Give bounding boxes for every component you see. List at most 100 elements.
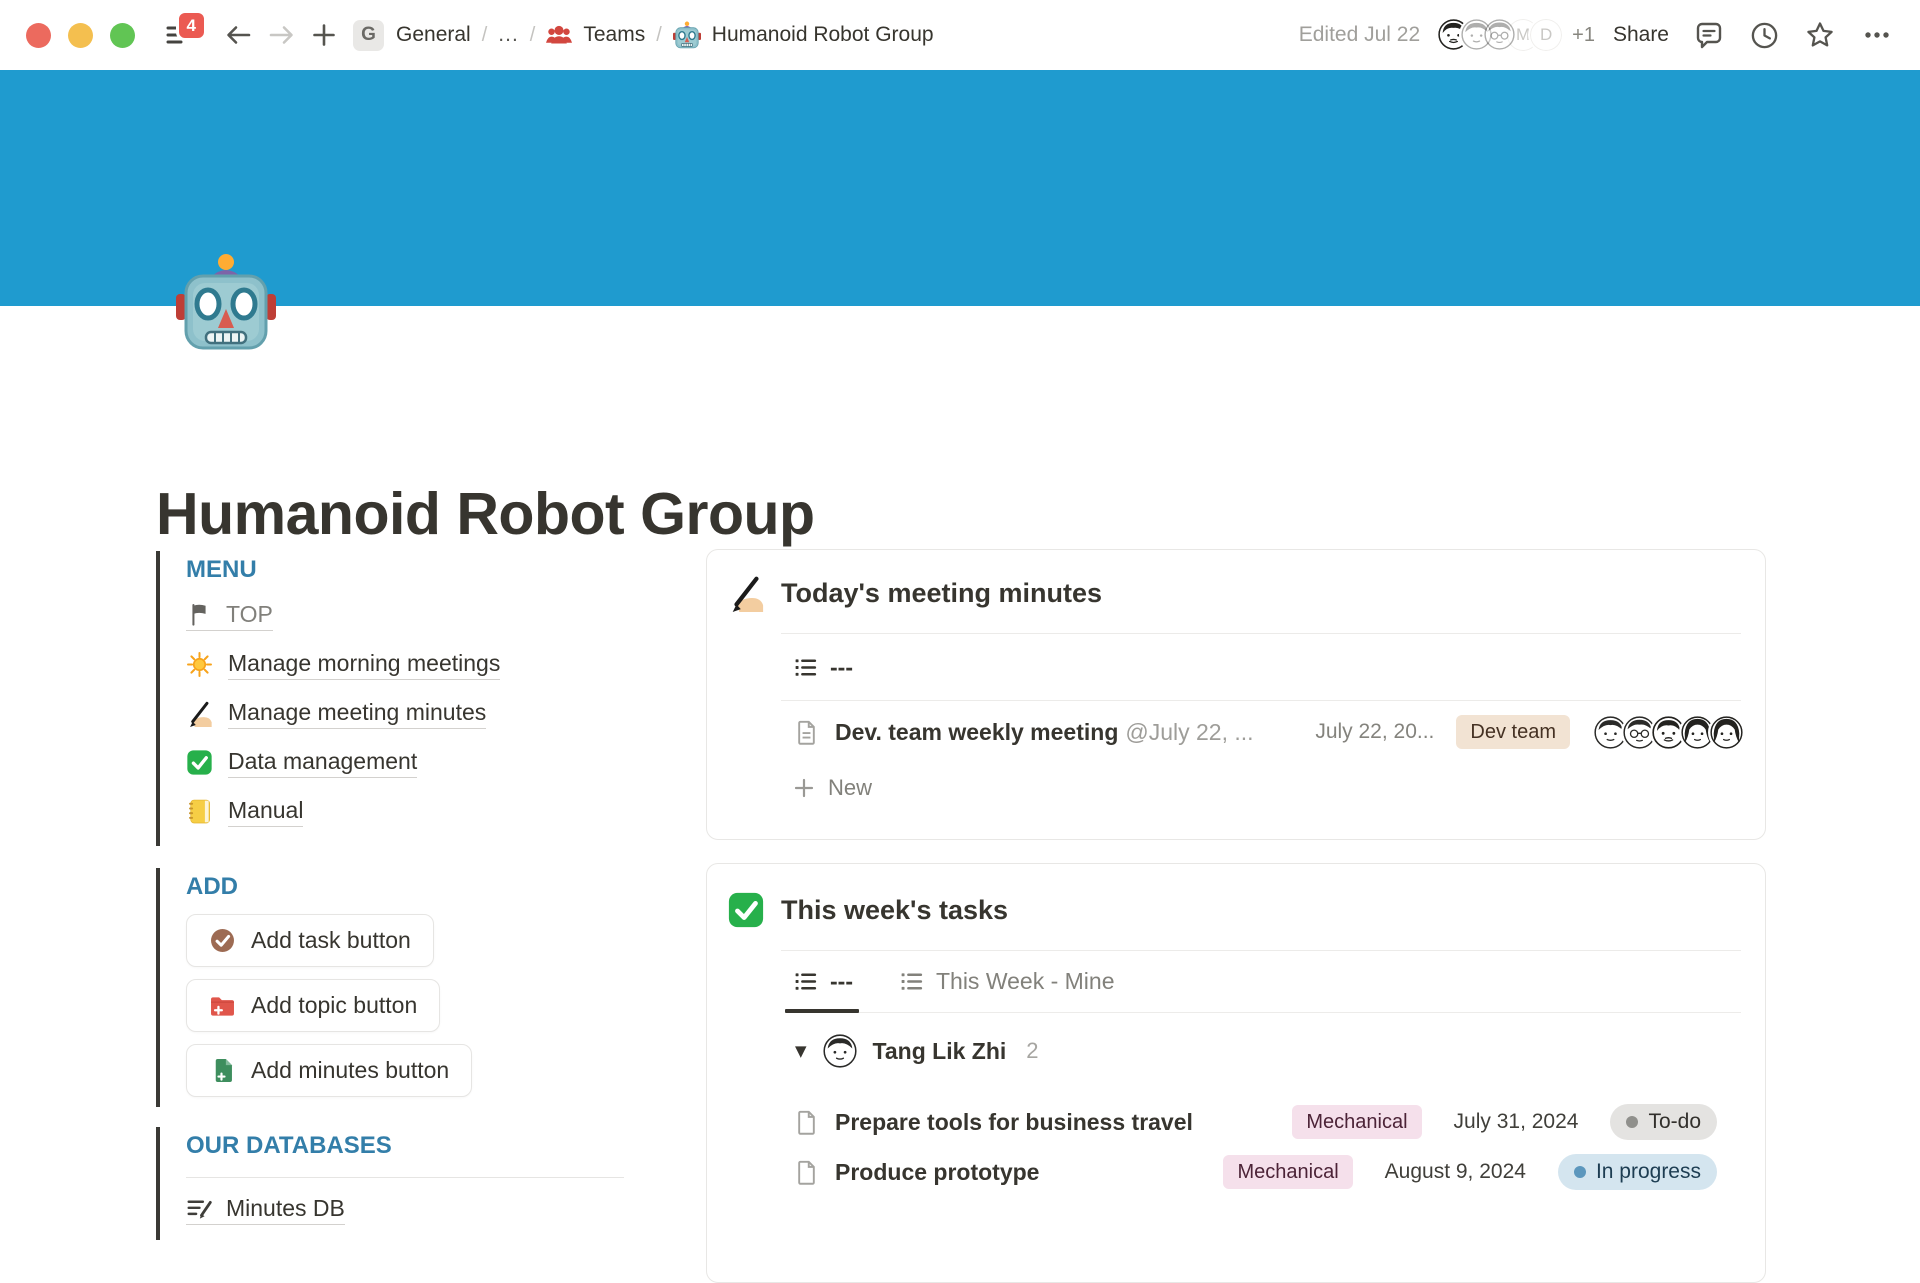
edited-timestamp: Edited Jul 22 bbox=[1299, 23, 1420, 47]
avatar bbox=[1708, 714, 1745, 751]
avatar-letter-d[interactable]: D bbox=[1528, 17, 1564, 53]
star-icon bbox=[1804, 19, 1836, 51]
right-column: Today's meeting minutes --- Dev. team we… bbox=[706, 540, 1766, 1200]
breadcrumb-general[interactable]: General bbox=[394, 23, 473, 47]
plus-icon bbox=[311, 22, 337, 48]
topbar-actions: Edited Jul 22 M D +1 Share bbox=[1299, 17, 1894, 53]
avatar-face-icon bbox=[823, 1034, 857, 1068]
status-badge: In progress bbox=[1558, 1154, 1717, 1190]
breadcrumb-separator: / bbox=[473, 24, 497, 47]
page-icon bbox=[793, 719, 820, 746]
menu-link-manual[interactable]: Manual bbox=[186, 787, 620, 836]
avatar[interactable] bbox=[1482, 17, 1518, 53]
comments-button[interactable] bbox=[1693, 19, 1725, 51]
page-icon bbox=[793, 1159, 820, 1186]
back-button[interactable] bbox=[223, 20, 253, 50]
mechanical-tag: Mechanical bbox=[1223, 1155, 1352, 1189]
group-count: 2 bbox=[1026, 1038, 1038, 1064]
add-topic-button[interactable]: Add topic button bbox=[186, 979, 440, 1032]
breadcrumb-ellipsis[interactable]: ... bbox=[496, 23, 521, 47]
more-options-button[interactable] bbox=[1860, 18, 1894, 52]
clock-icon bbox=[1749, 20, 1780, 51]
window-controls bbox=[26, 23, 135, 48]
card-title: Today's meeting minutes bbox=[781, 578, 1102, 609]
meeting-attendee-avatars bbox=[1592, 714, 1745, 751]
sun-icon bbox=[186, 651, 213, 678]
new-page-button[interactable] bbox=[309, 20, 339, 50]
page-title[interactable]: Humanoid Robot Group bbox=[156, 478, 815, 550]
divider bbox=[186, 1177, 624, 1178]
task-list: Prepare tools for business travel Mechan… bbox=[707, 1097, 1765, 1197]
task-meta: Mechanical August 9, 2024 In progress bbox=[1223, 1154, 1717, 1190]
status-badge: To-do bbox=[1610, 1104, 1717, 1140]
view-tabs: --- bbox=[793, 634, 1741, 700]
forward-button[interactable] bbox=[267, 20, 297, 50]
avatar-face-icon bbox=[1710, 716, 1743, 749]
menu-link-meeting-minutes[interactable]: Manage meeting minutes bbox=[186, 689, 620, 738]
new-row-button[interactable]: New bbox=[793, 765, 1745, 811]
minimize-window-button[interactable] bbox=[68, 23, 93, 48]
menu-link-morning-meetings[interactable]: Manage morning meetings bbox=[186, 640, 620, 689]
breadcrumb: General / ... / Teams / Humanoid Robot G… bbox=[384, 21, 936, 49]
meeting-row[interactable]: Dev. team weekly meeting@July 22, ... Ju… bbox=[793, 701, 1745, 763]
add-minutes-button[interactable]: Add minutes button bbox=[186, 1044, 472, 1097]
card-header: Today's meeting minutes bbox=[707, 550, 1765, 612]
ledger-icon bbox=[186, 798, 213, 825]
favorite-button[interactable] bbox=[1804, 19, 1836, 51]
menu-link-data-management[interactable]: Data management bbox=[186, 738, 620, 787]
list-view-icon bbox=[899, 969, 924, 994]
task-row[interactable]: Prepare tools for business travel Mechan… bbox=[793, 1097, 1717, 1147]
left-column: MENU TOP Manage morning meetings Manage … bbox=[156, 540, 620, 1200]
menu-heading: MENU bbox=[186, 555, 620, 585]
tab-default-view[interactable]: --- bbox=[793, 951, 853, 1012]
add-task-button[interactable]: Add task button bbox=[186, 914, 434, 967]
view-tabs: --- This Week - Mine bbox=[793, 951, 1741, 1013]
databases-heading: OUR DATABASES bbox=[186, 1131, 620, 1161]
robot-icon bbox=[176, 252, 276, 352]
breadcrumb-teams[interactable]: Teams bbox=[544, 22, 647, 48]
menu-link-top[interactable]: TOP bbox=[186, 591, 620, 640]
page-body: MENU TOP Manage morning meetings Manage … bbox=[156, 540, 1766, 1200]
doc-plus-icon bbox=[209, 1057, 236, 1084]
workspace-badge[interactable]: G bbox=[353, 20, 384, 51]
robot-icon bbox=[673, 21, 701, 49]
check-icon bbox=[186, 749, 213, 776]
collapse-triangle-icon[interactable]: ▼ bbox=[795, 1042, 807, 1060]
assignee-name: Tang Lik Zhi bbox=[873, 1038, 1007, 1065]
task-title: Produce prototype bbox=[835, 1159, 1039, 1186]
avatar-overflow-count[interactable]: +1 bbox=[1572, 24, 1595, 47]
writing-hand-icon bbox=[186, 700, 213, 727]
sidebar-toggle-button[interactable]: 4 bbox=[161, 17, 197, 53]
add-heading: ADD bbox=[186, 872, 620, 902]
tab-default-view[interactable]: --- bbox=[793, 634, 853, 700]
meeting-date: July 22, 20... bbox=[1315, 720, 1434, 744]
list-view-icon bbox=[793, 655, 818, 680]
card-header: This week's tasks bbox=[707, 864, 1765, 929]
task-title: Prepare tools for business travel bbox=[835, 1109, 1193, 1136]
meeting-title: Dev. team weekly meeting@July 22, ... bbox=[835, 719, 1254, 746]
share-button[interactable]: Share bbox=[1613, 23, 1669, 47]
mechanical-tag: Mechanical bbox=[1292, 1105, 1421, 1139]
close-window-button[interactable] bbox=[26, 23, 51, 48]
check-icon bbox=[727, 891, 765, 929]
task-row[interactable]: Produce prototype Mechanical August 9, 2… bbox=[793, 1147, 1717, 1197]
updates-button[interactable] bbox=[1749, 20, 1780, 51]
flag-icon bbox=[186, 601, 213, 628]
weekly-tasks-card: This week's tasks --- This Week - Mine ▼… bbox=[706, 863, 1766, 1283]
tab-this-week-mine[interactable]: This Week - Mine bbox=[899, 951, 1115, 1012]
zoom-window-button[interactable] bbox=[110, 23, 135, 48]
breadcrumb-current-page[interactable]: Humanoid Robot Group bbox=[671, 21, 936, 49]
card-title: This week's tasks bbox=[781, 895, 1008, 926]
minutes-db-link[interactable]: Minutes DB bbox=[186, 1190, 620, 1230]
folder-plus-icon bbox=[209, 992, 236, 1019]
page-cover bbox=[0, 70, 1920, 306]
viewer-avatars: M D bbox=[1436, 17, 1564, 53]
page-icon-robot[interactable] bbox=[176, 252, 276, 352]
dev-team-tag: Dev team bbox=[1456, 715, 1570, 749]
teams-people-icon bbox=[546, 22, 572, 48]
status-dot-icon bbox=[1574, 1166, 1586, 1178]
writing-hand-icon bbox=[727, 574, 765, 612]
add-block: ADD Add task button Add topic button Add… bbox=[156, 868, 620, 1107]
task-due-date: July 31, 2024 bbox=[1454, 1110, 1579, 1134]
task-check-icon bbox=[209, 927, 236, 954]
